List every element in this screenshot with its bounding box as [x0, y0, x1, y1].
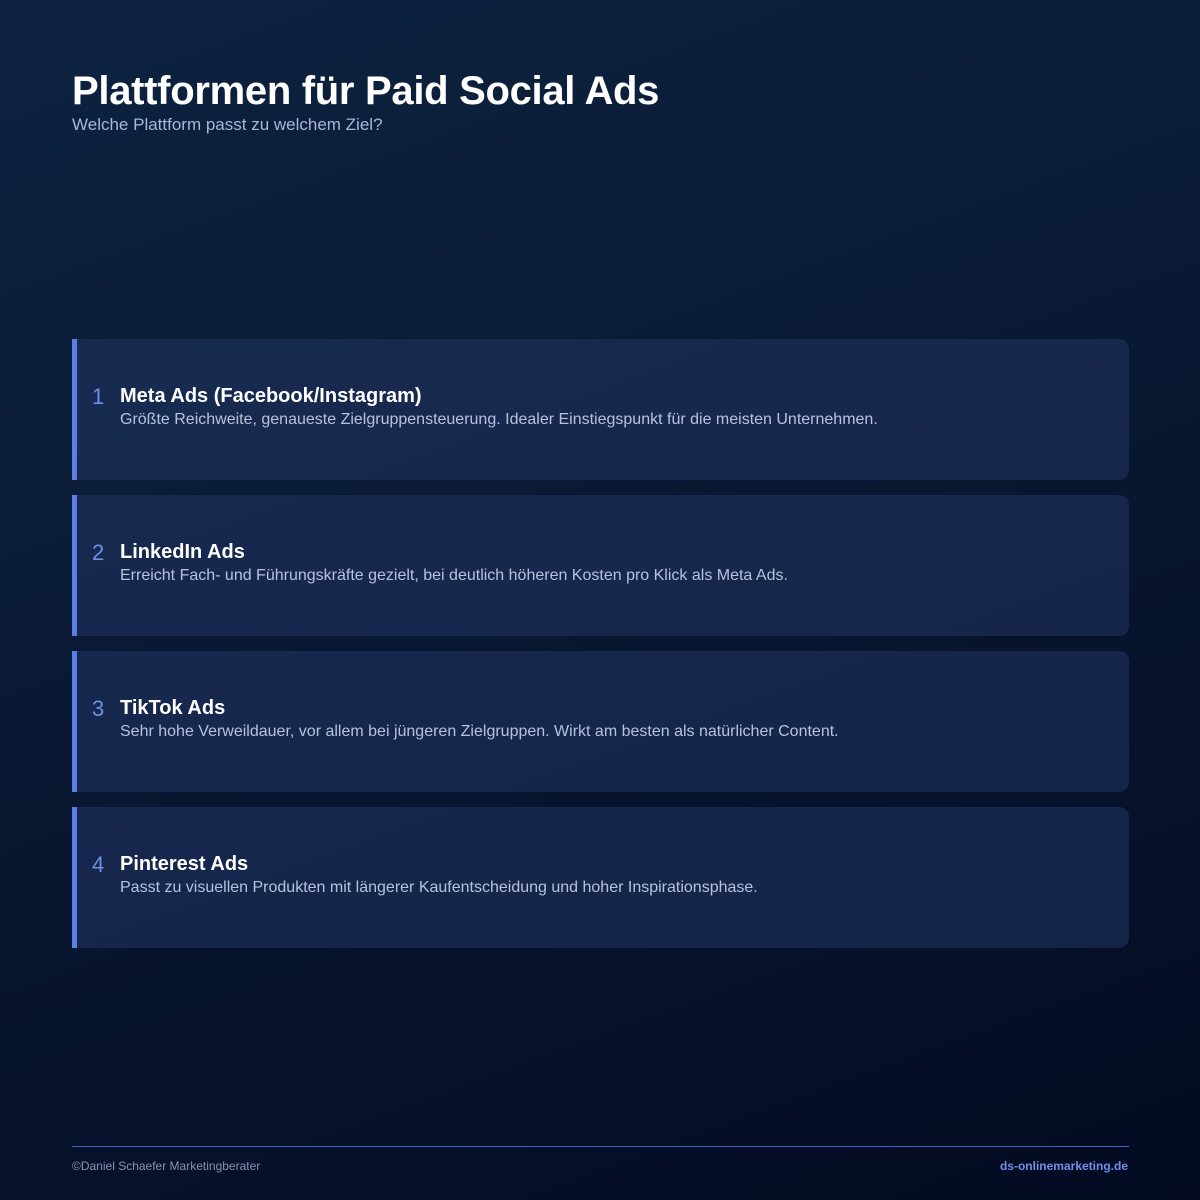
- header: Plattformen für Paid Social Ads Welche P…: [72, 68, 1128, 136]
- platform-card-meta: 1 Meta Ads (Facebook/Instagram) Größte R…: [72, 339, 1129, 480]
- card-title: TikTok Ads: [120, 697, 226, 719]
- card-description: Sehr hohe Verweildauer, vor allem bei jü…: [120, 723, 839, 740]
- footer-website-link[interactable]: ds-onlinemarketing.de: [1000, 1159, 1128, 1173]
- footer-divider: [72, 1146, 1129, 1147]
- footer-copyright: ©Daniel Schaefer Marketingberater: [72, 1159, 261, 1173]
- platform-card-linkedin: 2 LinkedIn Ads Erreicht Fach- und Führun…: [72, 495, 1129, 636]
- card-number: 4: [92, 852, 105, 877]
- card-title: Meta Ads (Facebook/Instagram): [120, 385, 422, 407]
- card-title: LinkedIn Ads: [120, 541, 245, 563]
- card-description: Passt zu visuellen Produkten mit längere…: [120, 879, 758, 896]
- card-description: Größte Reichweite, genaueste Zielgruppen…: [120, 411, 878, 428]
- card-number: 2: [92, 540, 105, 565]
- card-number: 3: [92, 696, 105, 721]
- card-number: 1: [92, 384, 105, 409]
- platform-list: 1 Meta Ads (Facebook/Instagram) Größte R…: [72, 339, 1129, 963]
- card-description: Erreicht Fach- und Führungskräfte geziel…: [120, 567, 788, 584]
- page-title: Plattformen für Paid Social Ads: [72, 69, 660, 113]
- platform-card-pinterest: 4 Pinterest Ads Passt zu visuellen Produ…: [72, 807, 1129, 948]
- page-subtitle: Welche Plattform passt zu welchem Ziel?: [72, 115, 383, 134]
- platform-card-tiktok: 3 TikTok Ads Sehr hohe Verweildauer, vor…: [72, 651, 1129, 792]
- card-title: Pinterest Ads: [120, 853, 249, 875]
